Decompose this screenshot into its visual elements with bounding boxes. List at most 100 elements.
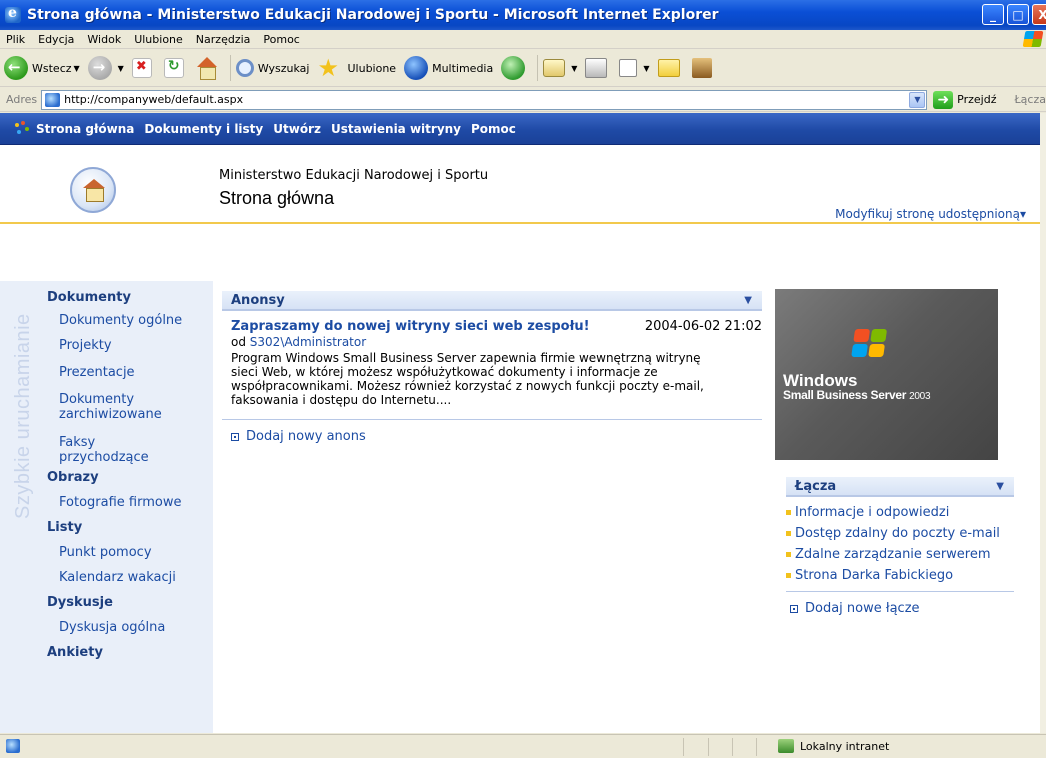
forward-dropdown-icon[interactable]: ▼ — [118, 64, 124, 73]
announcements-header: Anonsy ▼ — [222, 291, 762, 311]
link-item[interactable]: Informacje i odpowiedzi — [786, 505, 1014, 520]
add-link-link[interactable]: Dodaj nowe łącze — [790, 601, 1014, 616]
webpart-menu-icon[interactable]: ▼ — [996, 481, 1004, 492]
edit-button[interactable]: ▼ — [619, 59, 650, 77]
go-button[interactable]: Przejdź — [957, 93, 996, 106]
ql-item-general-discussion[interactable]: Dyskusja ogólna — [59, 620, 209, 635]
sbs-logo-product: Small Business Server — [783, 388, 907, 402]
print-icon — [585, 58, 608, 78]
stop-button[interactable] — [131, 58, 156, 78]
link-item[interactable]: Zdalne zarządzanie serwerem — [786, 547, 1014, 562]
back-dropdown-icon[interactable]: ▼ — [74, 64, 80, 73]
webpart-menu-icon[interactable]: ▼ — [744, 295, 752, 306]
ql-item-incoming-faxes[interactable]: Faksy przychodzące — [59, 435, 179, 465]
research-button[interactable] — [691, 58, 716, 78]
ql-item-general-docs[interactable]: Dokumenty ogólne — [59, 313, 209, 328]
research-icon — [691, 58, 712, 78]
add-link-label: Dodaj nowe łącze — [805, 601, 920, 616]
print-button[interactable] — [585, 58, 611, 78]
address-input[interactable]: http://companyweb/default.aspx ▼ — [41, 89, 928, 110]
links-header: Łącza ▼ — [786, 477, 1014, 497]
links-webpart: Łącza ▼ Informacje i odpowiedzi Dostęp z… — [786, 477, 1014, 616]
ql-header-discussions[interactable]: Dyskusje — [47, 595, 113, 610]
ql-header-lists[interactable]: Listy — [47, 520, 82, 535]
nav-documents-lists[interactable]: Dokumenty i listy — [144, 122, 263, 136]
windows-flag-icon — [1022, 31, 1044, 47]
ql-header-surveys[interactable]: Ankiety — [47, 645, 103, 660]
status-cell — [683, 738, 684, 756]
search-button[interactable]: Wyszukaj — [235, 59, 309, 77]
vertical-scrollbar[interactable] — [1040, 113, 1046, 733]
link-item[interactable]: Dostęp zdalny do poczty e-mail — [786, 526, 1014, 541]
edit-dropdown-icon[interactable]: ▼ — [643, 64, 649, 73]
links-list: Informacje i odpowiedzi Dostęp zdalny do… — [786, 505, 1014, 583]
quick-launch-title: Szybkie uruchamianie — [12, 313, 34, 519]
address-bar: Adres http://companyweb/default.aspx ▼ ➜… — [0, 88, 1046, 112]
page-status-icon — [6, 739, 20, 753]
home-button[interactable] — [196, 57, 222, 80]
maximize-button[interactable]: □ — [1007, 4, 1029, 25]
nav-site-settings[interactable]: Ustawienia witryny — [331, 122, 461, 136]
history-button[interactable] — [501, 56, 529, 80]
ql-header-documents[interactable]: Dokumenty — [47, 290, 131, 305]
ql-item-help-desk[interactable]: Punkt pomocy — [59, 545, 209, 560]
quick-launch-vertical-label: Szybkie uruchamianie — [10, 289, 36, 529]
mail-button[interactable]: ▼ — [543, 59, 577, 77]
announcements-title[interactable]: Anonsy — [231, 293, 285, 308]
go-arrow-icon[interactable]: ➜ — [933, 90, 954, 109]
minimize-button[interactable]: _ — [982, 4, 1004, 25]
menu-ulubione[interactable]: Ulubione — [134, 33, 183, 46]
back-arrow-icon — [4, 56, 28, 80]
menu-widok[interactable]: Widok — [87, 33, 121, 46]
add-announcement-link[interactable]: Dodaj nowy anons — [231, 429, 762, 444]
forward-button[interactable]: ▼ — [87, 56, 124, 80]
bullet-square-icon — [231, 432, 239, 441]
menu-bar: Plik Edycja Widok Ulubione Narzędzia Pom… — [0, 30, 1046, 49]
author-link[interactable]: S302\Administrator — [250, 335, 366, 349]
sbs-logo-year: 2003 — [909, 391, 931, 402]
divider — [222, 419, 762, 420]
ql-header-images[interactable]: Obrazy — [47, 470, 99, 485]
author-prefix: od — [231, 335, 246, 349]
sharepoint-top-nav: Strona główna Dokumenty i listy Utwórz U… — [0, 113, 1040, 145]
close-button[interactable]: X — [1032, 4, 1046, 25]
sbs-logo-image: Windows Small Business Server 2003 — [775, 289, 998, 460]
links-title[interactable]: Łącza — [795, 479, 836, 494]
ql-item-archived-docs[interactable]: Dokumenty zarchiwizowane — [59, 392, 179, 422]
nav-help[interactable]: Pomoc — [471, 122, 516, 136]
menu-edycja[interactable]: Edycja — [38, 33, 74, 46]
modify-shared-page-link[interactable]: Modyfikuj stronę udostępnioną▾ — [835, 207, 1026, 221]
ql-item-presentations[interactable]: Prezentacje — [59, 365, 209, 380]
home-icon — [196, 57, 218, 80]
search-icon — [235, 59, 254, 77]
menu-narzedzia[interactable]: Narzędzia — [196, 33, 251, 46]
refresh-icon — [163, 58, 184, 78]
status-cell — [732, 738, 733, 756]
links-toolbar-label[interactable]: Łącza — [1015, 93, 1046, 106]
title-bar: Strona główna - Ministerstwo Edukacji Na… — [0, 0, 1046, 30]
toolbar-separator — [229, 55, 231, 81]
mail-dropdown-icon[interactable]: ▼ — [571, 64, 577, 73]
menu-plik[interactable]: Plik — [6, 33, 25, 46]
nav-create[interactable]: Utwórz — [273, 122, 321, 136]
sharepoint-logo-icon — [14, 120, 30, 137]
ql-item-vacation-calendar[interactable]: Kalendarz wakacji — [59, 570, 209, 585]
address-dropdown-icon[interactable]: ▼ — [909, 91, 926, 108]
link-item[interactable]: Strona Darka Fabickiego — [786, 568, 1014, 583]
ql-item-projects[interactable]: Projekty — [59, 338, 209, 353]
refresh-button[interactable] — [163, 58, 188, 78]
media-button[interactable]: Multimedia — [404, 56, 493, 80]
announcements-webpart: Anonsy ▼ Zapraszamy do nowej witryny sie… — [222, 291, 762, 444]
favorites-label: Ulubione — [347, 61, 397, 75]
nav-home[interactable]: Strona główna — [36, 122, 134, 136]
announcement-title[interactable]: Zapraszamy do nowej witryny sieci web ze… — [231, 319, 591, 334]
announcement-date: 2004-06-02 21:02 — [644, 319, 762, 334]
site-home-icon[interactable] — [70, 167, 116, 213]
back-button[interactable]: Wstecz ▼ — [4, 56, 80, 80]
favorites-button[interactable]: ★ Ulubione — [317, 56, 396, 80]
menu-pomoc[interactable]: Pomoc — [263, 33, 299, 46]
history-icon — [501, 56, 526, 80]
quick-launch: Szybkie uruchamianie Dokumenty Dokumenty… — [0, 281, 213, 733]
ql-item-company-photos[interactable]: Fotografie firmowe — [59, 495, 209, 510]
folder-button[interactable] — [657, 59, 684, 77]
